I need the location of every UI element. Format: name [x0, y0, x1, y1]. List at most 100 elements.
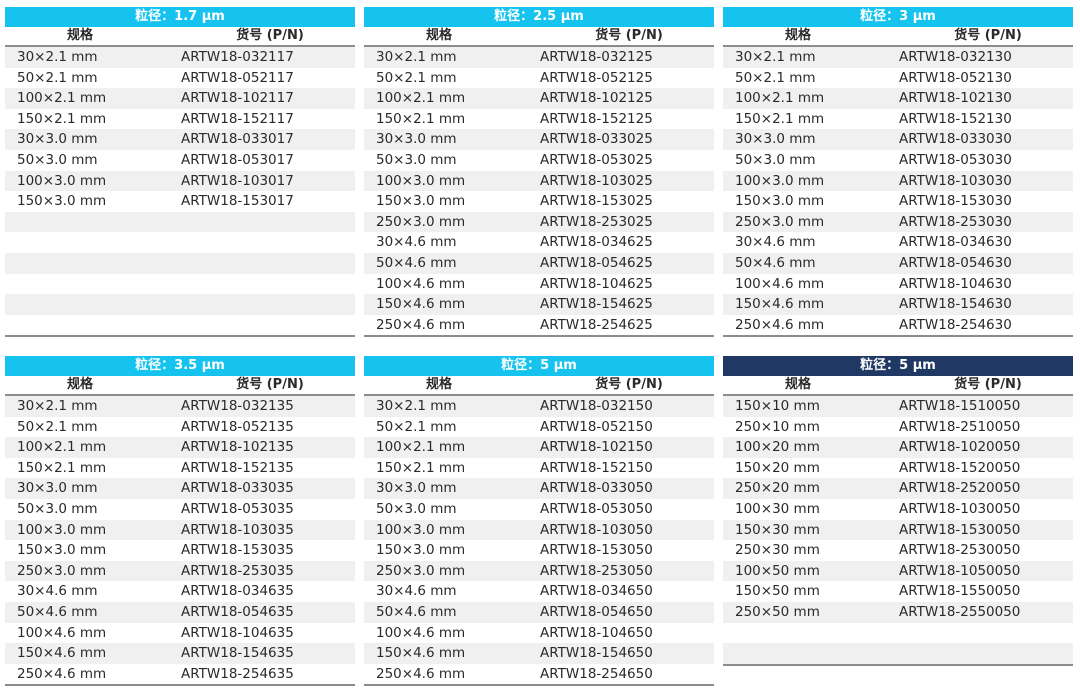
cell-pn: ARTW18-052130	[899, 69, 1012, 86]
table-row: 150×4.6 mm ARTW18-154630	[723, 294, 1073, 315]
table-particle-5um: 粒径：5 μm 规格 货号 (P/N) 30×2.1 mm ARTW18-0321…	[364, 356, 714, 687]
table-row: 30×3.0 mm ARTW18-033050	[364, 478, 714, 499]
cell-spec: 150×20 mm	[735, 459, 820, 476]
cell-pn: ARTW18-104625	[540, 275, 653, 292]
cell-pn: ARTW18-154625	[540, 296, 653, 313]
cell-spec: 150×10 mm	[735, 398, 820, 414]
table-row: 250×4.6 mm ARTW18-254630	[723, 314, 1073, 336]
table-row: 30×3.0 mm ARTW18-033025	[364, 129, 714, 150]
header-spec: 规格	[784, 377, 811, 392]
table-row: 50×3.0 mm ARTW18-053035	[5, 498, 355, 520]
cell-spec: 30×4.6 mm	[376, 583, 457, 600]
table-row: 150×30 mm ARTW18-1530050	[723, 519, 1073, 541]
header-spec: 规格	[425, 377, 452, 392]
cell-spec: 50×2.1 mm	[376, 418, 457, 435]
cell-spec: 150×4.6 mm	[376, 296, 466, 313]
table-row: 30×2.1 mm ARTW18-032135	[5, 396, 355, 417]
cell-spec: 150×2.1 mm	[735, 110, 825, 127]
table-row: 100×2.1 mm ARTW18-102117	[5, 88, 355, 109]
table-row: 50×2.1 mm ARTW18-052130	[723, 67, 1073, 89]
table-row-empty	[723, 622, 1073, 644]
table-row: 150×2.1 mm ARTW18-152150	[364, 457, 714, 479]
table-row: 100×4.6 mm ARTW18-104625	[364, 273, 714, 295]
cell-spec: 150×3.0 mm	[376, 193, 466, 210]
cell-pn: ARTW18-103035	[181, 521, 294, 538]
cell-pn: ARTW18-153017	[181, 193, 294, 210]
cell-pn	[165, 274, 355, 295]
table-row-empty	[5, 314, 355, 336]
table-row: 100×2.1 mm ARTW18-102125	[364, 88, 714, 109]
cell-spec: 30×4.6 mm	[17, 583, 98, 600]
cell-spec: 100×4.6 mm	[376, 275, 466, 292]
table-row: 150×50 mm ARTW18-1550050	[723, 581, 1073, 602]
cell-pn	[165, 253, 355, 274]
cell-spec: 100×20 mm	[735, 439, 820, 456]
table-title: 粒径：3 μm	[723, 7, 1073, 27]
cell-spec: 250×4.6 mm	[376, 665, 466, 682]
cell-spec: 30×3.0 mm	[17, 131, 98, 148]
table-body: 30×2.1 mm ARTW18-032130 50×2.1 mm ARTW18-05…	[723, 47, 1073, 336]
cell-pn: ARTW18-053030	[899, 151, 1012, 168]
cell-spec: 150×2.1 mm	[17, 459, 107, 476]
table-particle-2-5um: 粒径：2.5 μm 规格 货号 (P/N) 30×2.1 mm ARTW18-03…	[364, 7, 714, 338]
cell-pn: ARTW18-052150	[540, 418, 653, 435]
cell-pn: ARTW18-152117	[181, 110, 294, 127]
table-row: 50×3.0 mm ARTW18-053025	[364, 149, 714, 171]
table-row: 250×3.0 mm ARTW18-253035	[5, 560, 355, 582]
cell-pn: ARTW18-253030	[899, 213, 1012, 230]
cell-spec: 150×2.1 mm	[17, 110, 107, 127]
cell-pn: ARTW18-034650	[540, 583, 653, 600]
cell-pn: ARTW18-152125	[540, 110, 653, 127]
cell-pn: ARTW18-152150	[540, 459, 653, 476]
cell-pn: ARTW18-154650	[540, 645, 653, 662]
cell-spec: 150×3.0 mm	[376, 542, 466, 559]
table-row: 150×3.0 mm ARTW18-153035	[5, 540, 355, 561]
table-title: 粒径：2.5 μm	[364, 7, 714, 27]
table-row: 250×4.6 mm ARTW18-254650	[364, 663, 714, 685]
cell-spec: 150×2.1 mm	[376, 459, 466, 476]
table-row: 30×3.0 mm ARTW18-033035	[5, 478, 355, 499]
cell-spec: 30×2.1 mm	[735, 49, 816, 65]
cell-spec: 150×30 mm	[735, 521, 820, 538]
cell-pn: ARTW18-254650	[540, 665, 653, 682]
cell-pn: ARTW18-254635	[181, 665, 294, 682]
header-pn: 货号 (P/N)	[236, 28, 304, 43]
table-header: 规格 货号 (P/N)	[364, 376, 714, 396]
table-row: 250×3.0 mm ARTW18-253025	[364, 211, 714, 233]
cell-spec: 30×3.0 mm	[17, 480, 98, 497]
cell-pn: ARTW18-152130	[899, 110, 1012, 127]
header-pn: 货号 (P/N)	[595, 28, 663, 43]
table-particle-3-5um: 粒径：3.5 μm 规格 货号 (P/N) 30×2.1 mm ARTW18-03…	[5, 356, 355, 687]
cell-spec: 250×50 mm	[735, 603, 820, 620]
cell-spec	[723, 643, 883, 664]
cell-pn: ARTW18-054635	[181, 603, 294, 620]
cell-pn: ARTW18-254630	[899, 316, 1012, 333]
cell-spec: 150×2.1 mm	[376, 110, 466, 127]
table-header: 规格 货号 (P/N)	[723, 376, 1073, 396]
table-row: 30×2.1 mm ARTW18-032125	[364, 47, 714, 68]
cell-spec	[5, 315, 165, 336]
cell-spec: 100×2.1 mm	[17, 439, 107, 456]
cell-spec: 50×2.1 mm	[376, 69, 457, 86]
table-row: 50×2.1 mm ARTW18-052135	[5, 416, 355, 438]
cell-pn: ARTW18-104650	[540, 624, 653, 641]
cell-pn: ARTW18-103030	[899, 172, 1012, 189]
cell-spec: 100×3.0 mm	[376, 521, 466, 538]
table-row: 100×3.0 mm ARTW18-103035	[5, 519, 355, 541]
table-row: 100×4.6 mm ARTW18-104650	[364, 622, 714, 644]
cell-spec: 30×4.6 mm	[376, 234, 457, 251]
header-pn: 货号 (P/N)	[954, 377, 1022, 392]
cell-pn: ARTW18-053025	[540, 151, 653, 168]
table-row: 150×4.6 mm ARTW18-154635	[5, 643, 355, 664]
cell-pn: ARTW18-1510050	[899, 398, 1021, 414]
cell-pn: ARTW18-054630	[899, 254, 1012, 271]
cell-spec: 50×3.0 mm	[17, 151, 98, 168]
cell-pn: ARTW18-052117	[181, 69, 294, 86]
table-row: 150×3.0 mm ARTW18-153025	[364, 191, 714, 212]
cell-pn: ARTW18-033030	[899, 131, 1012, 148]
cell-pn: ARTW18-053017	[181, 151, 294, 168]
cell-spec: 100×4.6 mm	[17, 624, 107, 641]
cell-spec: 250×30 mm	[735, 542, 820, 559]
cell-pn: ARTW18-102130	[899, 90, 1012, 107]
cell-pn: ARTW18-153030	[899, 193, 1012, 210]
